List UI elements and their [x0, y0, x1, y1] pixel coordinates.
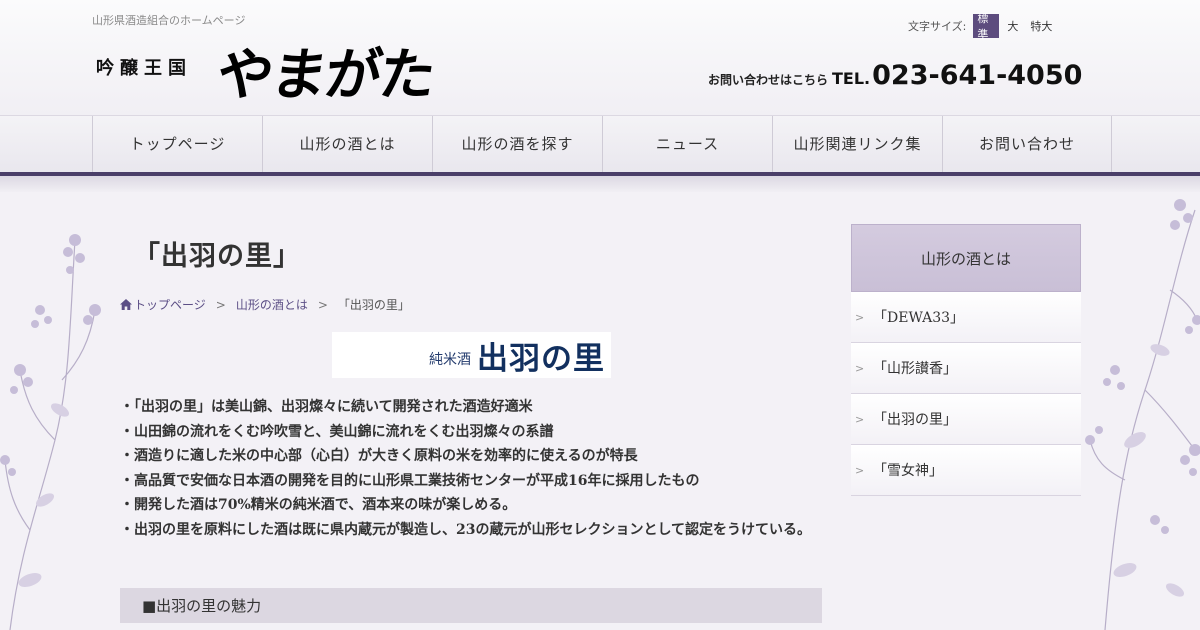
font-size-label: 文字サイズ:: [908, 20, 967, 33]
nav-item-top[interactable]: トップページ: [92, 116, 262, 173]
logo-subtitle[interactable]: 吟醸王国: [96, 54, 192, 80]
sidebar-item-label: 「出羽の里」: [873, 412, 957, 428]
breadcrumb-separator: >: [215, 297, 226, 312]
sidebar-item-yamagata-sanka[interactable]: > 「山形讃香」: [851, 343, 1081, 394]
flower-decoration-right-icon: [1085, 199, 1200, 630]
chevron-right-icon: >: [855, 361, 865, 375]
font-size-large-button[interactable]: 大: [1003, 14, 1022, 38]
nav-item-contact[interactable]: お問い合わせ: [942, 116, 1112, 173]
banner-product-name: 出羽の里: [477, 340, 605, 377]
main-content: 「出羽の里」 トップページ > 山形の酒とは > 「出羽の里」 純米酒 出羽の里…: [120, 192, 822, 630]
product-banner: 純米酒 出羽の里: [332, 332, 611, 378]
sidebar-item-label: 「雪女神」: [873, 463, 943, 479]
sidebar: 山形の酒とは > 「DEWA33」 > 「山形讃香」 > 「出羽の里」 > 「雪…: [851, 224, 1081, 496]
nav-shadow: [0, 176, 1200, 192]
list-item: ・酒造りに適した米の中心部（心白）が大きく原料の米を効率的に使えるのが特長: [120, 448, 638, 464]
font-size-switcher: 文字サイズ: 標準 大 特大: [908, 12, 1056, 41]
home-icon: [120, 299, 132, 310]
sidebar-item-label: 「山形讃香」: [873, 361, 957, 377]
sidebar-heading: 山形の酒とは: [851, 224, 1081, 292]
nav-item-about[interactable]: 山形の酒とは: [262, 116, 432, 173]
flower-decoration-left-icon: [0, 234, 101, 630]
list-item: ・出羽の里を原料にした酒は既に県内蔵元が製造し、23の蔵元が山形セレクションとし…: [120, 521, 812, 538]
sidebar-item-yuki-megami[interactable]: > 「雪女神」: [851, 445, 1081, 496]
contact-label: お問い合わせはこちら: [708, 73, 829, 87]
sidebar-item-dewa33[interactable]: > 「DEWA33」: [851, 292, 1081, 343]
page-title: 「出羽の里」: [133, 241, 301, 272]
sidebar-item-label: 「DEWA33」: [873, 310, 965, 326]
breadcrumb-home-link[interactable]: トップページ: [134, 296, 206, 313]
site-header: 山形県酒造組合のホームページ 吟醸王国 やまがた 文字サイズ: 標準 大 特大 …: [0, 0, 1200, 115]
font-size-standard-button[interactable]: 標準: [973, 12, 1000, 41]
chevron-right-icon: >: [855, 412, 865, 426]
chevron-right-icon: >: [855, 463, 865, 477]
breadcrumb-separator: >: [317, 297, 328, 312]
list-item: ・「出羽の里」は美山錦、出羽燦々に続いて開発された酒造好適米: [120, 399, 533, 415]
nav-item-search[interactable]: 山形の酒を探す: [432, 116, 602, 173]
font-size-xlarge-button[interactable]: 特大: [1026, 14, 1056, 38]
global-nav: トップページ 山形の酒とは 山形の酒を探す ニュース 山形関連リンク集 お問い合…: [0, 115, 1200, 173]
section-heading: ■出羽の里の魅力: [120, 588, 822, 623]
banner-category: 純米酒: [429, 352, 471, 368]
list-item: ・高品質で安価な日本酒の開発を目的に山形県工業技術センターが平成16年に採用した…: [120, 472, 700, 489]
nav-item-links[interactable]: 山形関連リンク集: [772, 116, 942, 173]
breadcrumb-parent-link[interactable]: 山形の酒とは: [236, 296, 308, 313]
tel-number[interactable]: 023-641-4050: [872, 60, 1082, 91]
breadcrumb-current: 「出羽の里」: [337, 298, 410, 312]
tel-prefix: TEL.: [832, 69, 871, 88]
list-item: ・山田錦の流れをくむ吟吹雪と、美山錦に流れをくむ出羽燦々の系譜: [120, 423, 554, 440]
contact-tel: お問い合わせはこちら TEL. 023-641-4050: [708, 60, 1082, 91]
breadcrumb: トップページ > 山形の酒とは > 「出羽の里」: [120, 296, 410, 313]
list-item: ・開発した酒は70%精米の純米酒で、酒本来の味が楽しめる。: [120, 497, 517, 513]
chevron-right-icon: >: [855, 310, 865, 324]
feature-list: ・「出羽の里」は美山錦、出羽燦々に続いて開発された酒造好適米 ・山田錦の流れをく…: [120, 395, 820, 542]
sidebar-item-dewa-no-sato[interactable]: > 「出羽の里」: [851, 394, 1081, 445]
site-tagline: 山形県酒造組合のホームページ: [92, 14, 246, 27]
nav-item-news[interactable]: ニュース: [602, 116, 772, 173]
site-logo[interactable]: やまがた: [212, 30, 439, 111]
